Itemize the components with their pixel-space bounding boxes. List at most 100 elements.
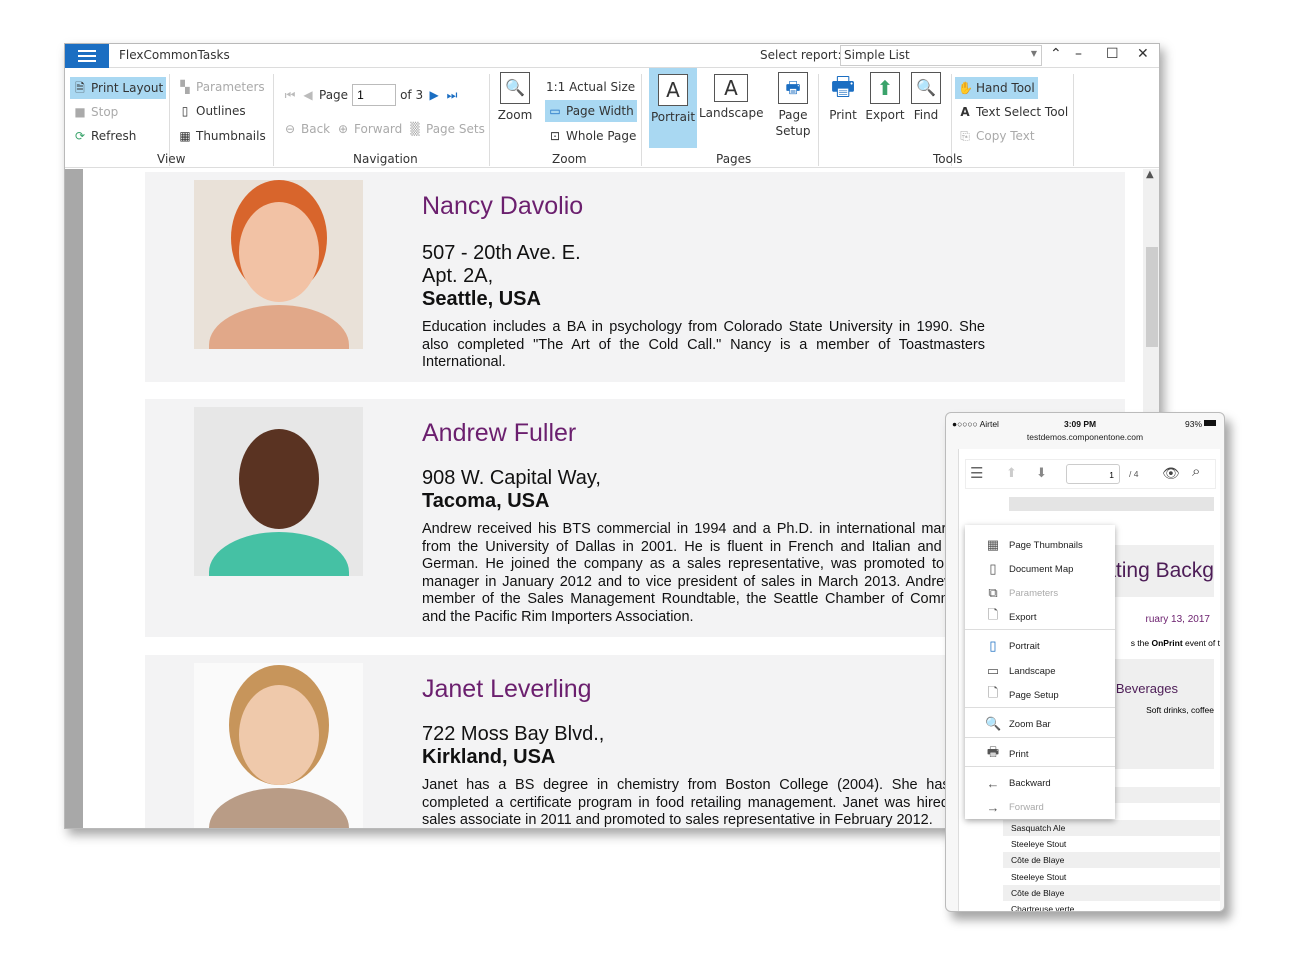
battery-icon	[1204, 420, 1216, 426]
search-icon[interactable]: ⌕	[1192, 463, 1200, 480]
page-width-icon: ▭	[549, 104, 561, 118]
hand-tool-button[interactable]: ✋ Hand Tool	[955, 77, 1038, 99]
portrait-icon: ▯	[989, 638, 997, 653]
document-icon: 🗎	[75, 81, 85, 95]
status-bar: ●○○○○ Airtel 3:09 PM 93%	[952, 419, 1216, 429]
refresh-button[interactable]: ⟳ Refresh	[70, 125, 139, 147]
divider	[818, 74, 819, 166]
page-number-input[interactable]	[352, 84, 397, 106]
mobile-page-input[interactable]: 1	[1066, 464, 1120, 484]
hand-tool-label: Hand Tool	[976, 81, 1035, 95]
copy-text-button[interactable]: ⎘ Copy Text	[955, 125, 1038, 147]
mobile-menu-item[interactable]: 🗋 Export	[965, 605, 1113, 629]
page-width-button[interactable]: ▭ Page Width	[545, 100, 637, 122]
portrait-button[interactable]: A Portrait	[649, 68, 697, 148]
zoom-label: Zoom	[497, 108, 533, 122]
mobile-menu-label: Document Map	[1009, 563, 1074, 575]
refresh-icon: ⟳	[74, 129, 86, 143]
text-select-label: Text Select Tool	[976, 105, 1069, 119]
copy-icon: ⎘	[960, 129, 970, 143]
minimize-button[interactable]: –	[1075, 46, 1082, 62]
export-button[interactable]: ⬆ Export	[865, 72, 905, 123]
arrow-down-icon[interactable]: ⬇	[1036, 465, 1047, 481]
mobile-menu-item[interactable]: ▦ Page Thumbnails	[965, 533, 1113, 557]
next-page-icon[interactable]: ▶	[427, 88, 441, 102]
view-group-label: View	[157, 152, 186, 166]
maximize-button[interactable]: ☐	[1106, 46, 1119, 62]
mobile-menu-item[interactable]: ← Backward	[965, 771, 1113, 795]
menu-divider	[965, 707, 1115, 708]
product-row: Côte de Blaye	[1003, 884, 1220, 901]
mobile-menu-item[interactable]: ⧉ Parameters	[965, 581, 1113, 605]
divider	[273, 74, 274, 166]
text-select-tool-button[interactable]: A Text Select Tool	[955, 101, 1071, 123]
actual-size-label: 1:1 Actual Size	[546, 80, 636, 94]
mobile-menu-item[interactable]: → Forward	[965, 795, 1113, 819]
outlines-icon: ▯	[181, 104, 189, 118]
employee-name: Andrew Fuller	[422, 419, 577, 447]
text-cursor-icon: A	[960, 105, 970, 119]
arrow-up-icon[interactable]: ⬆	[1006, 465, 1017, 481]
employee-card: Nancy Davolio 507 - 20th Ave. E. Apt. 2A,…	[145, 172, 1125, 382]
carrier: ●○○○○ Airtel	[952, 419, 999, 429]
hamburger-menu-button[interactable]	[65, 44, 109, 68]
tools-group-label: Tools	[933, 152, 963, 166]
mobile-menu-label: Parameters	[1009, 587, 1059, 599]
landscape-button[interactable]: A Landscape	[699, 72, 763, 121]
back-label: Back	[301, 122, 331, 136]
page-sets-label: Page Sets	[426, 122, 485, 136]
mobile-menu-item[interactable]: 🔍 Zoom Bar	[965, 712, 1113, 736]
last-page-icon[interactable]: ⏭	[445, 88, 459, 102]
print-layout-button[interactable]: 🗎 Print Layout	[70, 77, 167, 99]
find-button[interactable]: 🔍 Find	[908, 72, 944, 123]
page-setup-button[interactable]: 🖶 Page Setup	[772, 72, 814, 139]
employee-bio: Education includes a BA in psychology fr…	[422, 319, 985, 370]
hand-icon: ✋	[958, 81, 973, 95]
divider	[489, 74, 490, 166]
mobile-menu-label: Page Setup	[1009, 689, 1059, 701]
thumbnails-button[interactable]: ▦ Thumbnails	[175, 125, 269, 147]
ribbon: 🗎 Print Layout ■ Stop ⟳ Refresh ▚ Parameters…	[65, 68, 1159, 168]
mobile-menu-item[interactable]: ▯ Document Map	[965, 557, 1113, 581]
navigation-group-label: Navigation	[353, 152, 418, 166]
employee-photo	[194, 407, 363, 576]
back-button[interactable]: ⊖ Back	[280, 118, 333, 140]
category-description: Soft drinks, coffee	[1146, 705, 1214, 715]
category-name: Beverages	[1115, 681, 1178, 696]
hamburger-icon[interactable]: ☰	[970, 464, 983, 482]
actual-size-button[interactable]: 1:1 Actual Size	[543, 76, 638, 98]
scroll-up-icon[interactable]: ▲	[1146, 169, 1154, 180]
outlines-button[interactable]: ▯ Outlines	[175, 100, 249, 122]
print-button[interactable]: 🖶 Print	[825, 72, 861, 123]
scrollbar-thumb[interactable]	[1146, 247, 1158, 347]
page-sets-button[interactable]: ▒ Page Sets	[405, 118, 488, 140]
mobile-menu-item[interactable]: ▯ Portrait	[965, 634, 1113, 658]
close-button[interactable]: ✕	[1137, 46, 1149, 62]
mobile-menu-item[interactable]: ▭ Landscape	[965, 659, 1113, 683]
zoom-button[interactable]: 🔍 Zoom	[495, 72, 535, 123]
forward-label: Forward	[354, 122, 403, 136]
mobile-menu-label: Zoom Bar	[1009, 718, 1051, 730]
eye-icon[interactable]: 👁	[1162, 465, 1180, 482]
url-bar[interactable]: testdemos.componentone.com	[946, 432, 1224, 442]
whole-page-button[interactable]: ⊡ Whole Page	[545, 125, 639, 147]
collapse-ribbon-icon[interactable]: ⌃	[1050, 46, 1062, 62]
forward-button[interactable]: ⊕ Forward	[333, 118, 405, 140]
divider	[1073, 74, 1074, 166]
mobile-menu-item[interactable]: 🖶 Print	[965, 742, 1113, 766]
title-bar: FlexCommonTasks Select report: Simple Li…	[65, 44, 1159, 68]
previous-page-icon[interactable]: ◀	[301, 88, 315, 102]
first-page-icon[interactable]: ⏮	[283, 88, 297, 102]
portrait-icon: A	[658, 74, 688, 106]
stop-button[interactable]: ■ Stop	[70, 101, 121, 123]
employee-photo	[194, 663, 363, 828]
mobile-menu-item[interactable]: 🗋 Page Setup	[965, 683, 1113, 707]
select-report-dropdown[interactable]: Simple List ▼	[840, 45, 1042, 66]
page-sets-icon: ▒	[410, 122, 420, 136]
mobile-menu-label: Landscape	[1009, 665, 1056, 677]
page-setup-label-2: Setup	[775, 124, 811, 138]
parameters-button[interactable]: ▚ Parameters	[175, 76, 268, 98]
mobile-menu-label: Backward	[1009, 777, 1051, 789]
find-icon: 🔍	[911, 72, 941, 104]
battery-level: 93%	[1184, 419, 1202, 429]
